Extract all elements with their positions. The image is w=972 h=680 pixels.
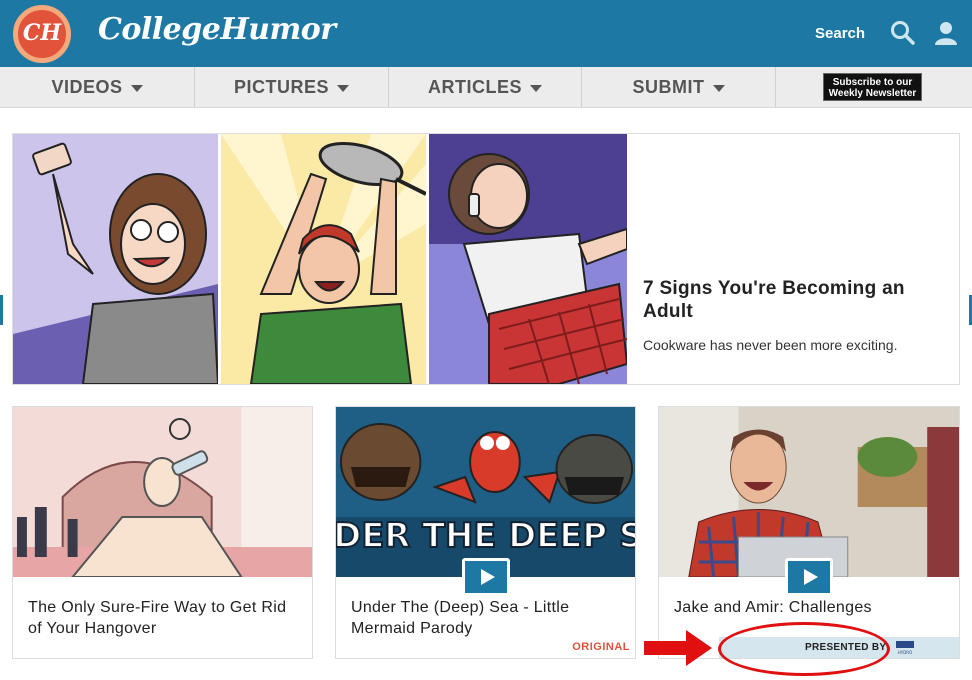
play-button[interactable] [785,558,833,596]
newsletter-line2: Weekly Newsletter [828,88,917,99]
caret-down-icon [530,84,542,92]
nav-label: PICTURES [233,76,329,97]
feature-title[interactable]: 7 Signs You're Becoming an Adult [643,277,923,323]
thumbnail-hangover [13,407,312,577]
search-icon[interactable] [890,20,916,46]
feature-subtitle: Cookware has never been more exciting. [643,337,898,353]
original-badge: ORIGINAL [572,641,630,653]
play-button[interactable] [462,558,510,596]
logo-wordmark[interactable]: CollegeHumor [98,12,336,47]
nav-pictures[interactable]: PICTURES [195,67,389,107]
card-title[interactable]: Jake and Amir: Challenges [674,597,944,618]
newsletter-line1: Subscribe to our [832,77,913,88]
nav-videos[interactable]: VIDEOS [0,67,195,107]
nav-label: SUBMIT [632,76,705,97]
sponsor-logo: HYDRO [896,641,914,655]
video-card-under-the-deep-sea[interactable]: UNDER THE DEEP SEA Under The (Deep) Sea … [335,406,636,659]
nav-submit[interactable]: SUBMIT [582,67,776,107]
annotation-arrow-icon [644,630,712,666]
search-link[interactable]: Search [815,25,865,42]
sponsor-logo-text: HYDRO [898,650,912,655]
thumbnail-jake-and-amir [659,407,959,577]
caret-down-icon [712,84,725,92]
logo-badge[interactable]: CH [13,5,71,63]
nav-label: VIDEOS [51,76,123,97]
carousel-prev-edge[interactable] [0,295,3,325]
newsletter-button[interactable]: Subscribe to our Weekly Newsletter [823,73,922,101]
caret-down-icon [337,84,349,92]
user-icon[interactable] [934,20,958,46]
annotation-highlight-oval [718,622,890,676]
caret-down-icon [130,84,143,92]
card-title[interactable]: The Only Sure-Fire Way to Get Rid of You… [28,597,297,639]
video-card-hangover[interactable]: The Only Sure-Fire Way to Get Rid of You… [12,406,313,659]
nav-label: ARTICLES [428,76,522,97]
comic-panel-frying-pan [221,134,426,384]
comic-panel-credit-card [13,134,218,384]
main-nav: VIDEOS PICTURES ARTICLES SUBMIT Subscrib… [0,67,972,108]
thumbnail-under-the-deep-sea: UNDER THE DEEP SEA [336,407,635,577]
comic-panel-phone-call [429,134,627,384]
logo-mark: CH [22,20,62,46]
thumbnail-title-text: UNDER THE DEEP SEA [336,516,635,555]
site-header: CH CollegeHumor Search [0,0,972,67]
nav-articles[interactable]: ARTICLES [389,67,582,107]
featured-article[interactable]: 7 Signs You're Becoming an Adult Cookwar… [12,133,960,385]
card-title[interactable]: Under The (Deep) Sea - Little Mermaid Pa… [351,597,620,639]
